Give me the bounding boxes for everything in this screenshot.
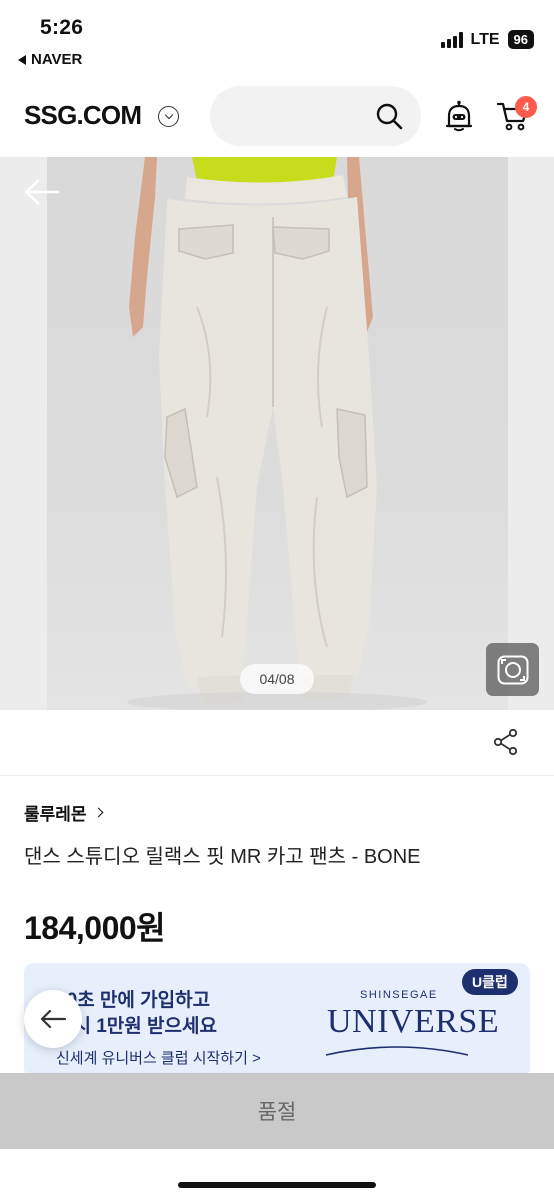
bot-icon[interactable] xyxy=(444,100,474,132)
universe-club-banner[interactable]: 10초 만에 가입하고 즉시 1만원 받으세요 신세계 유니버스 클럽 시작하기… xyxy=(24,963,530,1078)
camera-lens-icon xyxy=(497,655,528,684)
back-app-label: NAVER xyxy=(31,51,83,68)
previous-image-arrow-icon[interactable] xyxy=(22,177,62,207)
image-counter: 04/08 xyxy=(240,664,314,694)
universe-swoosh-icon xyxy=(325,1046,469,1056)
cart-count-badge: 4 xyxy=(515,96,537,118)
site-logo[interactable]: SSG.COM xyxy=(24,100,142,131)
brand-name: 룰루레몬 xyxy=(24,805,87,824)
back-to-app-link[interactable]: NAVER xyxy=(18,51,82,68)
share-row xyxy=(0,710,554,776)
status-bar: 5:26 NAVER LTE 96 xyxy=(0,0,554,78)
cargo-pants-illustration xyxy=(127,157,427,710)
battery-indicator: 96 xyxy=(507,30,534,49)
bottom-safe-area xyxy=(0,1149,554,1200)
product-name: 댄스 스튜디오 릴랙스 핏 MR 카고 팬츠 - BONE xyxy=(24,846,421,868)
uclub-badge: U클럽 xyxy=(462,969,518,995)
signal-icon xyxy=(440,31,463,48)
back-arrow-icon xyxy=(40,1009,67,1029)
image-zoom-button[interactable] xyxy=(486,643,539,696)
status-indicators: LTE 96 xyxy=(440,30,534,49)
universe-brand-small: SHINSEGAE xyxy=(360,989,438,1001)
banner-signup-link[interactable]: 신세계 유니버스 클럽 시작하기 > xyxy=(56,1047,261,1068)
search-icon[interactable] xyxy=(375,102,403,130)
floating-back-button[interactable] xyxy=(24,990,82,1048)
search-input[interactable] xyxy=(210,86,421,146)
brand-link[interactable]: 룰루레몬 xyxy=(24,800,104,825)
status-time: 5:26 xyxy=(40,16,84,39)
home-indicator[interactable] xyxy=(178,1182,376,1188)
site-header: SSG.COM xyxy=(0,78,554,156)
chevron-down-icon[interactable] xyxy=(158,106,179,127)
back-triangle-icon xyxy=(18,54,26,65)
share-icon[interactable] xyxy=(492,728,520,756)
product-price: 184,000원 xyxy=(24,910,166,946)
soldout-button[interactable]: 품절 xyxy=(0,1073,554,1149)
product-photo xyxy=(47,157,508,710)
chevron-right-icon xyxy=(93,807,104,818)
product-image-gallery[interactable]: 04/08 xyxy=(0,157,554,710)
universe-brand-logo: UNIVERSE xyxy=(327,1003,500,1040)
network-label: LTE xyxy=(470,30,500,48)
